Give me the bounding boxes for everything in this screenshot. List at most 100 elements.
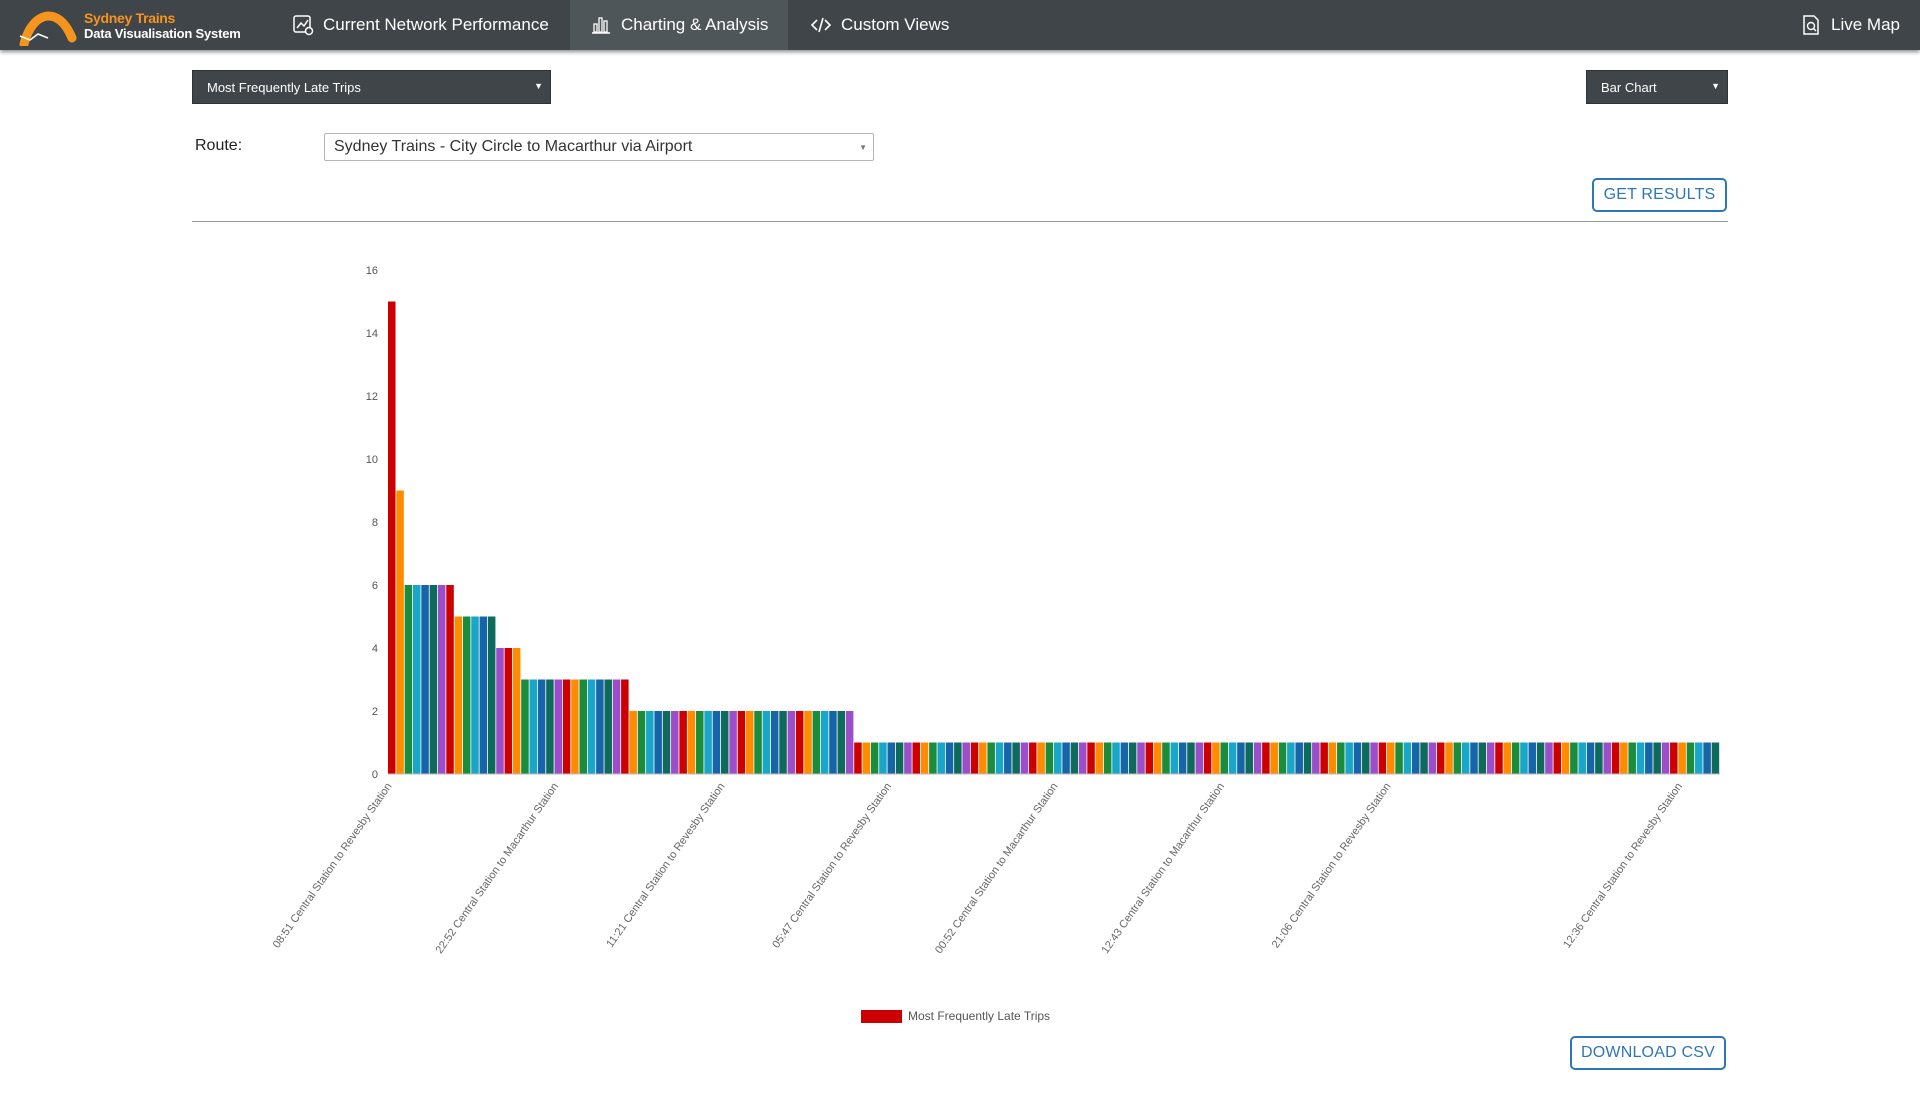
sydney-trains-logo[interactable]: Sydney Trains Data Visualisation System [18,4,248,46]
chart-bar[interactable] [1711,742,1720,775]
chart-bar[interactable] [1362,742,1370,775]
chart-bar[interactable] [1112,742,1120,775]
chart-bar[interactable] [1703,742,1711,775]
chart-bar[interactable] [995,742,1004,775]
chart-bar[interactable] [454,616,463,775]
chart-bar[interactable] [479,616,488,775]
chart-bar[interactable] [1220,742,1229,775]
chart-bar[interactable] [388,301,396,775]
download-csv-button[interactable]: DOWNLOAD CSV [1570,1036,1726,1070]
chart-bar[interactable] [1004,742,1012,775]
chart-bar[interactable] [1012,742,1020,775]
chart-bar[interactable] [745,711,754,774]
chart-bar[interactable] [1303,742,1312,775]
chart-bar[interactable] [687,711,696,774]
nav-charting-analysis[interactable]: Charting & Analysis [570,0,789,50]
chart-bar[interactable] [1461,742,1470,775]
chart-bar[interactable] [1128,742,1137,775]
chart-bar[interactable] [696,711,704,774]
chart-bar[interactable] [895,742,904,775]
chart-bar[interactable] [1528,742,1537,775]
chart-bar[interactable] [721,711,729,774]
chart-bar[interactable] [1486,742,1495,775]
chart-bar[interactable] [1253,742,1262,775]
chart-bar[interactable] [537,679,546,775]
chart-bar[interactable] [1661,742,1670,775]
chart-bar[interactable] [396,490,404,775]
chart-bar[interactable] [1153,742,1162,775]
chart-bar[interactable] [1078,742,1087,775]
chart-bar[interactable] [1428,742,1437,775]
chart-bar[interactable] [612,679,621,775]
chart-bar[interactable] [629,711,637,774]
chart-bar[interactable] [1020,742,1029,775]
chart-bar[interactable] [679,711,687,774]
chart-legend[interactable]: Most Frequently Late Trips [861,1009,1050,1023]
chart-bar[interactable] [770,711,779,774]
chart-bar[interactable] [587,679,596,775]
chart-bar[interactable] [654,711,662,774]
chart-bar[interactable] [1628,742,1636,775]
chart-bar[interactable] [1445,742,1453,775]
chart-bar[interactable] [1453,742,1462,775]
chart-bar[interactable] [429,585,438,774]
chart-bar[interactable] [845,711,854,774]
chart-bar[interactable] [1095,742,1104,775]
chart-bar[interactable] [671,711,679,774]
chart-bar[interactable] [1653,742,1661,775]
chart-bar[interactable] [1395,742,1403,775]
chart-bar[interactable] [1611,742,1620,775]
chart-bar[interactable] [754,711,762,774]
chart-bar[interactable] [737,711,746,774]
chart-bar[interactable] [1087,742,1095,775]
chart-bar[interactable] [945,742,954,775]
chart-bar[interactable] [1387,742,1395,775]
chart-bar[interactable] [1262,742,1270,775]
chart-bar[interactable] [1645,742,1653,775]
chart-bar[interactable] [1411,742,1420,775]
chart-bar[interactable] [1695,742,1703,775]
chart-bar[interactable] [1495,742,1503,775]
chart-bar[interactable] [1595,742,1603,775]
chart-bar[interactable] [937,742,945,775]
chart-bar[interactable] [1270,742,1278,775]
chart-bar[interactable] [704,711,712,774]
chart-bar[interactable] [912,742,920,775]
chart-bar[interactable] [729,711,737,774]
chart-bar[interactable] [1062,742,1070,775]
chart-bar[interactable] [1345,742,1353,775]
get-results-button[interactable]: GET RESULTS [1592,178,1727,212]
chart-bar[interactable] [1470,742,1478,775]
chart-bar[interactable] [1511,742,1520,775]
chart-bar[interactable] [862,742,871,775]
report-type-select[interactable]: Most Frequently Late Trips ▼ [192,70,551,104]
chart-bar[interactable] [1228,742,1237,775]
chart-bar[interactable] [1212,742,1220,775]
chart-bar[interactable] [954,742,962,775]
chart-bar[interactable] [854,742,862,775]
chart-bar[interactable] [979,742,987,775]
route-select[interactable]: Sydney Trains - City Circle to Macarthur… [324,133,874,161]
chart-bar[interactable] [1178,742,1187,775]
chart-bar[interactable] [920,742,929,775]
chart-bar[interactable] [437,585,446,774]
chart-bar[interactable] [1045,742,1054,775]
chart-bar[interactable] [637,711,646,774]
chart-bar[interactable] [820,711,829,774]
chart-bar[interactable] [1195,742,1204,775]
chart-bar[interactable] [579,679,587,775]
chart-bar[interactable] [1686,742,1695,775]
chart-bar[interactable] [1145,742,1154,775]
chart-bar[interactable] [879,742,887,775]
chart-bar[interactable] [1603,742,1611,775]
chart-bar[interactable] [412,585,421,774]
chart-bar[interactable] [1029,742,1037,775]
chart-bar[interactable] [887,742,896,775]
chart-bar[interactable] [471,616,479,775]
chart-bar[interactable] [562,679,571,775]
chart-bar[interactable] [404,585,413,774]
chart-bar[interactable] [795,711,804,774]
chart-bar[interactable] [1162,742,1170,775]
chart-bar[interactable] [1312,742,1320,775]
nav-current-network-performance[interactable]: Current Network Performance [272,0,569,50]
